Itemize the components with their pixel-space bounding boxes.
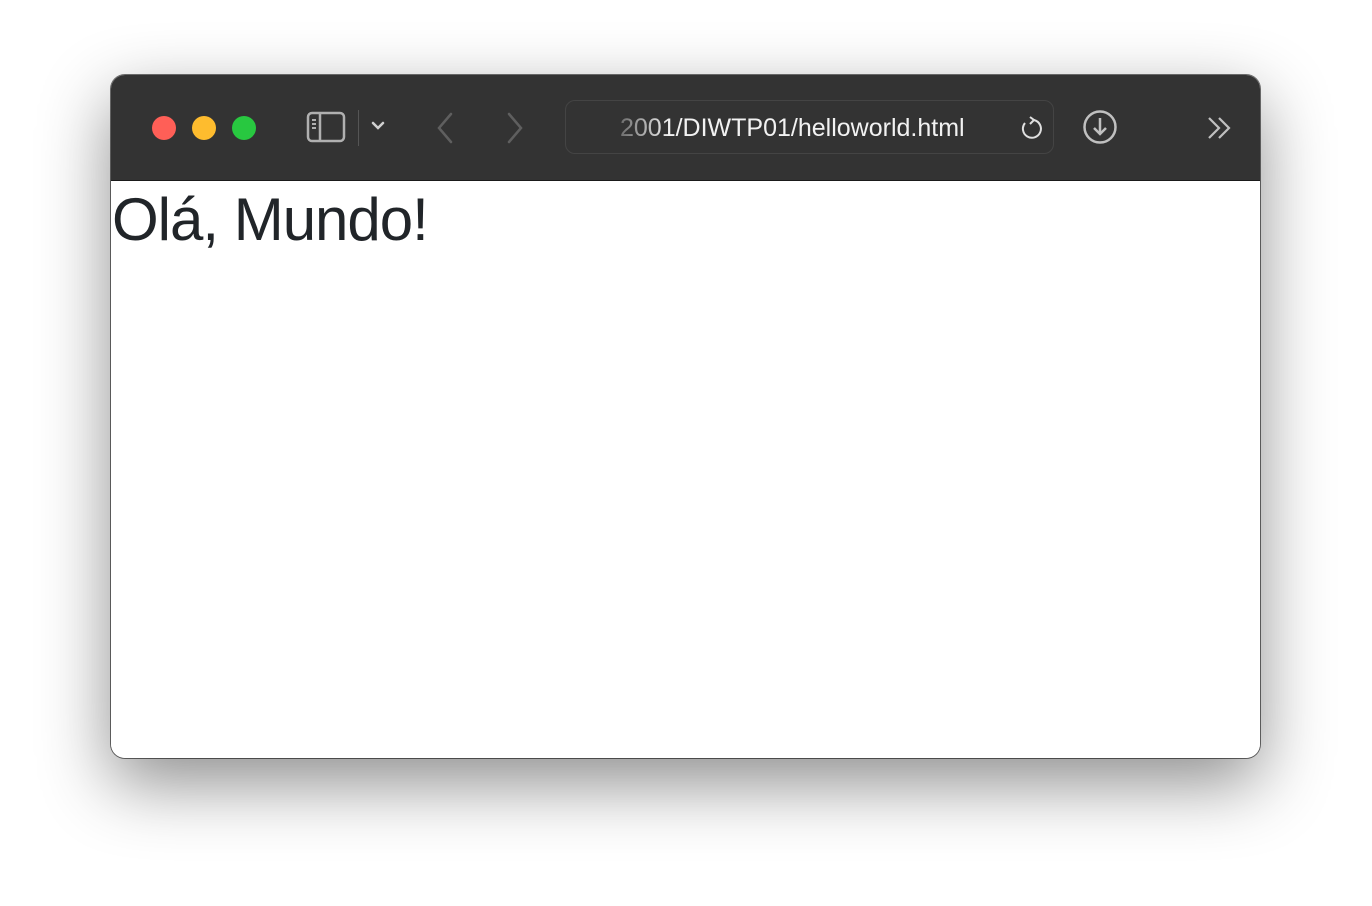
forward-icon[interactable] <box>504 111 526 145</box>
sidebar-icon[interactable] <box>306 111 346 143</box>
address-bar[interactable]: 2001/DIWTP01/helloworld.html <box>565 100 1054 154</box>
page-heading: Olá, Mundo! <box>112 186 429 253</box>
url-text: 2001/DIWTP01/helloworld.html <box>620 114 965 142</box>
chevron-down-icon[interactable] <box>370 120 386 132</box>
overflow-icon[interactable] <box>1206 115 1234 141</box>
close-button[interactable] <box>152 116 176 140</box>
zoom-button[interactable] <box>232 116 256 140</box>
browser-window: 2001/DIWTP01/helloworld.html Olá, Mundo! <box>111 75 1260 758</box>
toolbar: 2001/DIWTP01/helloworld.html <box>111 75 1260 181</box>
reload-icon[interactable] <box>1018 115 1044 143</box>
back-icon[interactable] <box>434 111 456 145</box>
minimize-button[interactable] <box>192 116 216 140</box>
download-icon[interactable] <box>1082 109 1118 145</box>
divider <box>358 110 359 146</box>
page-content: Olá, Mundo! <box>111 181 1260 758</box>
